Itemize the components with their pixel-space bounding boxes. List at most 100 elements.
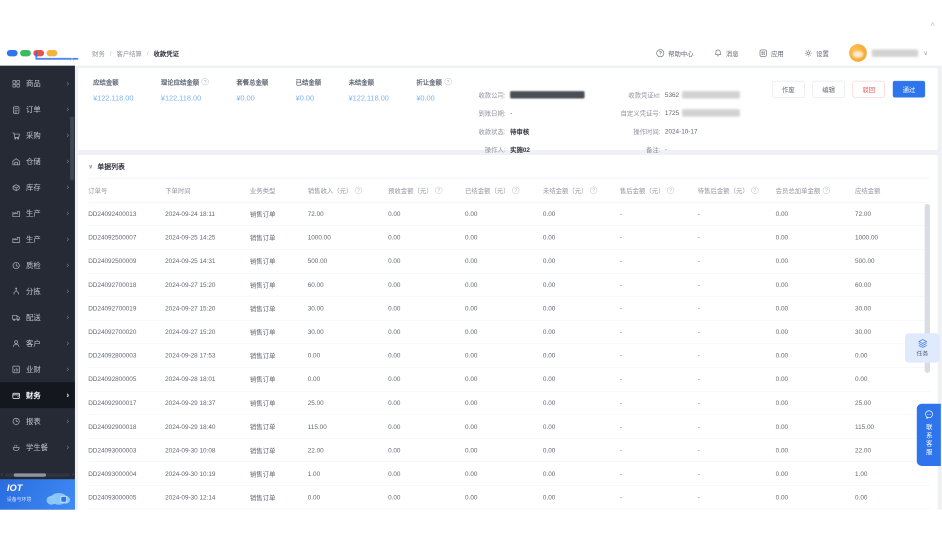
task-label: 任务: [916, 350, 929, 357]
edit-button[interactable]: 编辑: [812, 80, 845, 98]
breadcrumb-customer-settlement[interactable]: 客户结算: [116, 48, 141, 57]
table-row: DD24092400013 2024-09-24 18:11 销售订单 72.00 0.…: [88, 202, 931, 226]
iot-module-banner[interactable]: IOT 设备与环境: [0, 479, 75, 510]
cell: 销售订单: [249, 257, 276, 266]
app-window: ^ 财务 / 客户结算 / 收款凭证 帮助中心 消息 应用 设置 ∨ ^ 商品 …: [0, 0, 942, 543]
cell: 2024-09-24 18:11: [165, 210, 215, 218]
cell: -: [697, 304, 700, 313]
sidebar-item-customer[interactable]: 客户 ›: [0, 330, 75, 356]
cell: 0.00: [465, 351, 478, 360]
cell: 2024-09-27 15:20: [165, 328, 216, 336]
cell: 72.00: [855, 210, 871, 218]
cell: 0.00: [775, 422, 789, 431]
avatar[interactable]: [849, 44, 868, 62]
cell: 0.00: [465, 422, 478, 431]
sidebar-item-production[interactable]: 生产 ›: [0, 226, 75, 252]
sidebar-horizontal-scrollbar[interactable]: ‹ ›: [0, 471, 75, 478]
sidebar-item-delivery[interactable]: 配送 ›: [0, 304, 75, 330]
cell: DD24092800003: [88, 351, 137, 360]
task-widget[interactable]: 任务: [905, 333, 940, 363]
settings-button[interactable]: 设置: [804, 48, 829, 57]
void-button[interactable]: 作废: [772, 80, 805, 98]
production-icon: [12, 235, 21, 244]
sidebar-item-bizfinance[interactable]: 业财 ›: [0, 356, 75, 382]
sidebar-item-goods[interactable]: 商品 ›: [0, 71, 75, 97]
inventory-icon: [12, 183, 21, 192]
info-icon[interactable]: ?: [444, 77, 452, 86]
metric-value: ¥0.00: [295, 94, 315, 103]
table-row: DD24092500007 2024-09-25 14:25 销售订单 1000.00…: [88, 226, 931, 250]
metric-label: 应结金额: [93, 78, 119, 86]
sidebar-item-production[interactable]: 生产 ›: [0, 200, 75, 226]
contact-service-button[interactable]: 联系客服: [916, 403, 941, 466]
column-header: 未结金额（元）?: [543, 185, 620, 194]
info-icon[interactable]: ?: [512, 186, 520, 194]
reject-button[interactable]: 驳回: [852, 80, 885, 98]
column-header: 销售收入（元）?: [308, 185, 388, 194]
sidebar-item-sorting[interactable]: 分拣 ›: [0, 278, 75, 304]
info-icon[interactable]: ?: [201, 77, 209, 86]
cell: DD24092400013: [88, 210, 137, 218]
cell: 30.00: [307, 328, 324, 336]
cell: 0.00: [307, 351, 321, 360]
app-logo[interactable]: [0, 40, 79, 65]
messages-button[interactable]: 消息: [714, 48, 739, 57]
cell: -: [619, 281, 622, 289]
sidebar-item-order[interactable]: 订单 ›: [0, 97, 75, 123]
cell: DD24092700020: [88, 328, 137, 336]
help-center-button[interactable]: 帮助中心: [656, 48, 694, 57]
app-header: 财务 / 客户结算 / 收款凭证 帮助中心 消息 应用 设置 ∨: [0, 40, 942, 66]
cell: 销售订单: [249, 234, 276, 242]
user-menu[interactable]: ∨: [849, 44, 928, 62]
sidebar-item-meal[interactable]: 学生餐 ›: [0, 434, 75, 460]
sidebar-item-inventory[interactable]: 库存 ›: [0, 174, 75, 200]
sidebar-item-finance[interactable]: 财务 ›: [0, 382, 75, 409]
scroll-left-icon[interactable]: ‹: [1, 471, 3, 477]
scroll-right-icon[interactable]: ›: [72, 471, 74, 477]
sidebar-scroll-up-icon[interactable]: ^: [70, 58, 74, 67]
sidebar-item-label: 仓储: [25, 157, 41, 167]
scrollbar-thumb[interactable]: [13, 473, 47, 477]
cell: -: [619, 469, 622, 478]
quality-icon: [12, 261, 21, 270]
info-icon[interactable]: ?: [589, 186, 598, 194]
approve-button[interactable]: 通过: [892, 80, 926, 98]
cell: 60.00: [855, 281, 871, 289]
cell: 0.00: [775, 328, 789, 336]
metric-label: 套餐总金额: [236, 78, 269, 86]
info-icon[interactable]: ?: [354, 186, 363, 194]
info-icon[interactable]: ?: [435, 186, 443, 194]
sidebar-vertical-scrollbar[interactable]: [70, 116, 74, 181]
info-icon[interactable]: ?: [751, 186, 759, 194]
table-row: DD24092700019 2024-09-27 15:20 销售订单 30.00 0.…: [88, 297, 931, 321]
cell: -: [697, 328, 700, 336]
apps-button[interactable]: 应用: [759, 48, 784, 57]
cell: 0.00: [465, 210, 478, 218]
cell: -: [697, 446, 700, 454]
cell: -: [619, 399, 622, 407]
breadcrumb-finance[interactable]: 财务: [92, 48, 105, 57]
info-icon[interactable]: ?: [666, 186, 675, 194]
voucher-summary-card: 应结金额 ¥122,118.00 理论应结金额? ¥122,118.00 套餐总金额 ¥0…: [77, 68, 938, 153]
production-icon: [12, 209, 21, 218]
cell: 0.00: [307, 493, 321, 501]
sidebar-item-report[interactable]: 报表 ›: [0, 408, 75, 434]
logo-pill-blue: [6, 49, 18, 57]
sidebar-item-label: 报表: [25, 417, 41, 426]
sidebar-item-warehouse[interactable]: 仓储 ›: [0, 148, 75, 174]
cell: 2024-09-27 15:20: [165, 281, 216, 289]
detail-label: 收款状态:: [478, 127, 506, 136]
cell: 0.00: [388, 281, 401, 289]
cell: 22.00: [307, 446, 324, 454]
layers-icon: [918, 338, 927, 348]
cell: -: [697, 351, 700, 360]
sidebar-item-quality[interactable]: 质检 ›: [0, 252, 75, 278]
cell: 0.00: [465, 328, 478, 336]
metric: 套餐总金额 ¥0.00: [236, 77, 268, 102]
detail-value: [510, 91, 585, 99]
scrollbar-up-arrow-icon[interactable]: ^: [930, 22, 935, 32]
collapse-section-icon[interactable]: ∨: [88, 163, 93, 170]
info-icon[interactable]: ?: [822, 186, 831, 194]
user-name-redacted: [871, 49, 919, 57]
sidebar-item-purchase[interactable]: 采购 ›: [0, 123, 75, 149]
